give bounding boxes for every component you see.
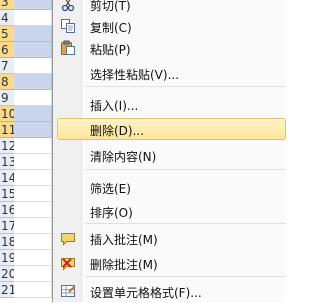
table-cell[interactable] bbox=[14, 26, 52, 42]
menu-item-paste-special[interactable]: 选择性粘贴(V)... bbox=[53, 62, 286, 84]
row-header[interactable]: 12 bbox=[0, 138, 14, 154]
table-cell[interactable] bbox=[14, 266, 52, 282]
menu-item-clear-contents[interactable]: 清除内容(N) bbox=[53, 144, 286, 166]
row-header[interactable]: 7 bbox=[0, 58, 14, 74]
menu-separator bbox=[85, 276, 286, 277]
scissors-icon bbox=[60, 0, 76, 12]
table-cell[interactable] bbox=[14, 42, 52, 58]
menu-item-label: 排序(O) bbox=[90, 206, 133, 220]
menu-item-label: 删除(D)... bbox=[90, 124, 145, 138]
menu-item-sort[interactable]: 排序(O) bbox=[53, 200, 286, 222]
row-header[interactable]: 18 bbox=[0, 234, 14, 250]
table-cell[interactable] bbox=[14, 282, 52, 298]
menu-item-label: 删除批注(M) bbox=[90, 258, 158, 272]
row-header[interactable]: 4 bbox=[0, 10, 14, 26]
row-header[interactable]: 5 bbox=[0, 26, 14, 42]
menu-item-paste[interactable]: 粘贴(P) bbox=[53, 37, 286, 59]
table-cell[interactable] bbox=[14, 250, 52, 266]
menu-item-label: 剪切(T) bbox=[90, 0, 131, 13]
menu-item-insert[interactable]: 插入(I)... bbox=[53, 93, 286, 115]
menu-item-delete-comment[interactable]: 删除批注(M) bbox=[53, 252, 286, 274]
menu-separator bbox=[85, 169, 286, 170]
menu-item-delete[interactable]: 删除(D)... bbox=[57, 118, 286, 140]
row-header[interactable]: 20 bbox=[0, 266, 14, 282]
row-header[interactable]: 14 bbox=[0, 170, 14, 186]
menu-item-label: 清除内容(N) bbox=[90, 150, 157, 164]
table-cell[interactable] bbox=[14, 106, 52, 122]
row-header[interactable]: 8 bbox=[0, 74, 14, 90]
row-header[interactable]: 13 bbox=[0, 154, 14, 170]
table-cell[interactable] bbox=[14, 74, 52, 90]
table-cell[interactable] bbox=[14, 186, 52, 202]
paste-icon bbox=[60, 40, 76, 56]
menu-item-label: 插入(I)... bbox=[90, 99, 139, 113]
table-cell[interactable] bbox=[14, 122, 52, 138]
insert-comment-icon bbox=[60, 230, 76, 246]
row-header[interactable]: 19 bbox=[0, 250, 14, 266]
row-header[interactable]: 3 bbox=[0, 0, 14, 10]
row-header[interactable]: 6 bbox=[0, 42, 14, 58]
format-cells-icon bbox=[60, 283, 76, 299]
menu-item-cut[interactable]: 剪切(T) bbox=[53, 0, 286, 15]
table-cell[interactable] bbox=[14, 58, 52, 74]
row-header[interactable]: 10 bbox=[0, 106, 14, 122]
row-header[interactable]: 11 bbox=[0, 122, 14, 138]
menu-item-label: 筛选(E) bbox=[90, 182, 131, 196]
table-cell[interactable] bbox=[14, 170, 52, 186]
menu-item-filter[interactable]: 筛选(E) bbox=[53, 176, 286, 198]
row-header[interactable]: 15 bbox=[0, 186, 14, 202]
menu-item-label: 插入批注(M) bbox=[90, 233, 158, 247]
menu-item-copy[interactable]: 复制(C) bbox=[53, 15, 286, 37]
table-cell[interactable] bbox=[14, 138, 52, 154]
table-cell[interactable] bbox=[14, 234, 52, 250]
table-cell[interactable] bbox=[14, 90, 52, 106]
menu-item-label: 设置单元格格式(F)... bbox=[90, 286, 202, 300]
row-header[interactable]: 17 bbox=[0, 218, 14, 234]
menu-separator bbox=[85, 223, 286, 224]
menu-item-label: 选择性粘贴(V)... bbox=[90, 68, 180, 82]
column-cells bbox=[14, 0, 52, 298]
table-cell[interactable] bbox=[14, 0, 52, 10]
copy-icon bbox=[60, 18, 76, 34]
table-cell[interactable] bbox=[14, 154, 52, 170]
row-header[interactable]: 9 bbox=[0, 90, 14, 106]
row-header[interactable]: 21 bbox=[0, 282, 14, 298]
delete-comment-icon bbox=[60, 255, 76, 271]
menu-item-label: 粘贴(P) bbox=[90, 43, 131, 57]
row-headers: 3456789101112131415161718192021 bbox=[0, 0, 14, 298]
table-cell[interactable] bbox=[14, 202, 52, 218]
menu-separator bbox=[85, 86, 286, 87]
table-cell[interactable] bbox=[14, 10, 52, 26]
menu-item-insert-comment[interactable]: 插入批注(M) bbox=[53, 227, 286, 249]
table-cell[interactable] bbox=[14, 218, 52, 234]
menu-item-format-cells[interactable]: 设置单元格格式(F)... bbox=[53, 280, 286, 302]
menu-item-label: 复制(C) bbox=[90, 21, 132, 35]
context-menu: 剪切(T) 复制(C) 粘贴(P) 选择性粘贴(V)... 插入(I)... 删… bbox=[52, 0, 286, 302]
row-header[interactable]: 16 bbox=[0, 202, 14, 218]
